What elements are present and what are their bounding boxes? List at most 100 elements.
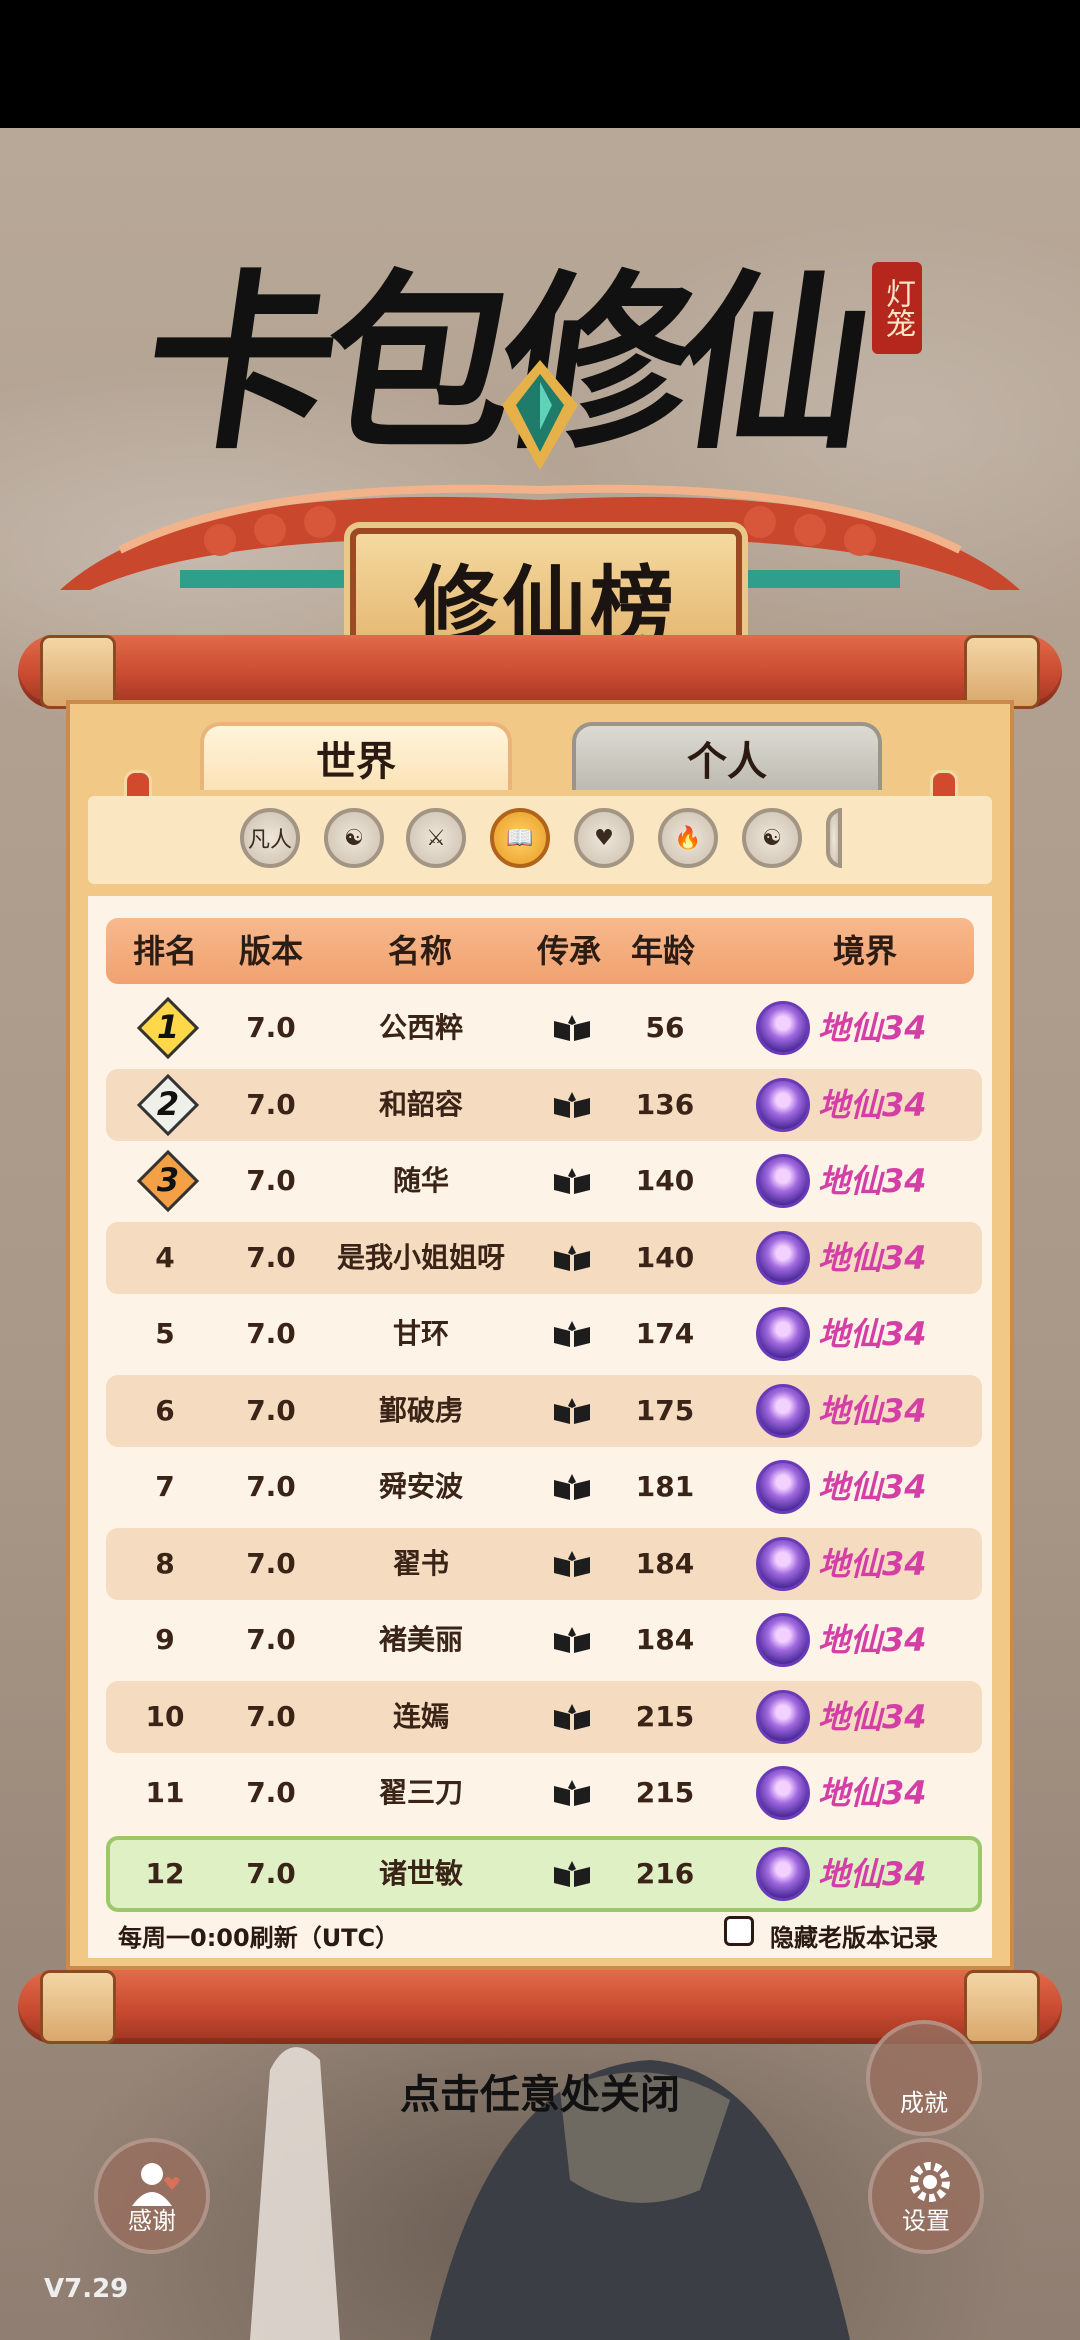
rod-cap-left — [40, 635, 116, 709]
book-lineage-icon — [554, 1168, 590, 1194]
rank-cell: 9 — [155, 1623, 175, 1656]
refresh-note: 每周一0:00刷新（UTC） — [118, 1924, 400, 1952]
book-lineage-icon — [554, 1015, 590, 1041]
rank-number: 2 — [156, 1085, 180, 1123]
version-cell: 7.0 — [246, 1241, 296, 1274]
realm-icon — [756, 1307, 810, 1361]
realm-text: 地仙34 — [818, 1468, 927, 1506]
realm-text: 地仙34 — [818, 1315, 927, 1353]
book-icon: 📖 — [506, 825, 534, 851]
version-cell: 7.0 — [246, 1470, 296, 1503]
rank-number: 3 — [156, 1161, 180, 1199]
name-cell: 甘环 — [392, 1317, 449, 1350]
realm-text: 地仙34 — [818, 1621, 927, 1659]
realm-icon — [756, 1460, 810, 1514]
header-lineage: 传承 — [536, 932, 601, 970]
age-cell: 215 — [635, 1776, 695, 1809]
name-cell: 和韶容 — [378, 1088, 463, 1121]
age-cell: 216 — [635, 1857, 695, 1890]
hide-old-label[interactable]: 隐藏老版本记录 — [770, 1918, 938, 1953]
realm-icon — [756, 1690, 810, 1744]
age-cell: 181 — [635, 1470, 695, 1503]
book-lineage-icon — [554, 1861, 590, 1887]
tab-world[interactable]: 世界 — [200, 722, 512, 790]
book-lineage-icon — [554, 1474, 590, 1500]
version-cell: 7.0 — [246, 1623, 296, 1656]
heart-filter[interactable]: ♥ — [574, 808, 634, 868]
book-lineage-icon — [554, 1092, 590, 1118]
mortal-filter[interactable]: 凡人 — [240, 808, 300, 868]
age-cell: 140 — [635, 1164, 695, 1197]
tab-personal[interactable]: 个人 — [572, 722, 882, 790]
version-cell: 7.0 — [246, 1011, 296, 1044]
fire-icon: 🔥 — [674, 825, 702, 851]
settings-label: 设置 — [902, 2207, 950, 2235]
rod-cap-right — [964, 635, 1040, 709]
header-rank: 排名 — [132, 932, 197, 970]
realm-text: 地仙34 — [818, 1009, 927, 1047]
version-cell: 7.0 — [246, 1088, 296, 1121]
header-age: 年龄 — [630, 932, 695, 970]
header-realm: 境界 — [832, 932, 897, 970]
taiji-icon: ☯ — [762, 825, 782, 851]
name-cell: 褚美丽 — [378, 1623, 463, 1656]
mortal-filter-label: 凡人 — [247, 828, 292, 853]
name-cell: 诸世敏 — [378, 1857, 463, 1890]
fire-filter[interactable]: 🔥 — [658, 808, 718, 868]
rank-cell: 5 — [155, 1317, 175, 1350]
heart-icon: ♥ — [594, 825, 614, 851]
rank-cell: 8 — [155, 1547, 175, 1580]
name-cell: 是我小姐姐呀 — [336, 1241, 505, 1274]
book-lineage-icon — [554, 1551, 590, 1577]
more-filter-edge[interactable] — [826, 808, 842, 868]
yin-yang-filter[interactable]: ☯ — [324, 808, 384, 868]
book-filter[interactable]: 📖 — [490, 808, 550, 868]
header-name: 名称 — [387, 932, 452, 970]
name-cell: 公西粹 — [378, 1011, 463, 1044]
book-lineage-icon — [554, 1704, 590, 1730]
gear-icon — [910, 2162, 950, 2202]
thanks-button[interactable]: 感谢 — [94, 2138, 210, 2254]
rod-cap-left — [40, 1970, 116, 2044]
realm-text: 地仙34 — [818, 1545, 927, 1583]
age-cell: 184 — [635, 1547, 695, 1580]
realm-text: 地仙34 — [818, 1392, 927, 1430]
rank-cell: 4 — [155, 1241, 175, 1274]
version-cell: 7.0 — [246, 1857, 296, 1890]
name-cell: 翟书 — [392, 1547, 449, 1580]
realm-text: 地仙34 — [818, 1086, 927, 1124]
age-cell: 140 — [635, 1241, 695, 1274]
age-cell: 215 — [635, 1700, 695, 1733]
version-cell: 7.0 — [246, 1547, 296, 1580]
age-cell: 56 — [645, 1011, 685, 1044]
rank-number: 1 — [156, 1008, 180, 1046]
book-lineage-icon — [554, 1398, 590, 1424]
version-cell: 7.0 — [246, 1317, 296, 1350]
scroll-rod-top — [18, 635, 1062, 709]
seal-stamp: 灯笼 — [872, 262, 922, 354]
realm-icon — [756, 1231, 810, 1285]
rank-cell: 6 — [155, 1394, 175, 1427]
taiji-filter[interactable]: ☯ — [742, 808, 802, 868]
status-bar — [0, 0, 1080, 128]
rank-cell: 10 — [145, 1700, 185, 1733]
name-cell: 鄞破虏 — [378, 1394, 463, 1427]
realm-text: 地仙34 — [818, 1162, 927, 1200]
sword-filter[interactable]: ⚔ — [406, 808, 466, 868]
version-cell: 7.0 — [246, 1394, 296, 1427]
achievements-button[interactable]: 成就 — [866, 2020, 982, 2136]
realm-icon — [756, 1613, 810, 1667]
realm-icon — [756, 1537, 810, 1591]
version-cell: 7.0 — [246, 1700, 296, 1733]
hide-old-checkbox[interactable] — [724, 1916, 754, 1946]
version-cell: 7.0 — [246, 1776, 296, 1809]
gem-ornament — [502, 360, 578, 470]
yin-yang-icon: ☯ — [344, 825, 364, 851]
rank-cell: 12 — [145, 1857, 185, 1890]
settings-button[interactable]: 设置 — [868, 2138, 984, 2254]
sword-icon: ⚔ — [426, 825, 446, 851]
name-cell: 连嫣 — [392, 1700, 449, 1733]
realm-text: 地仙34 — [818, 1698, 927, 1736]
rank-cell: 7 — [155, 1470, 175, 1503]
realm-icon — [756, 1078, 810, 1132]
